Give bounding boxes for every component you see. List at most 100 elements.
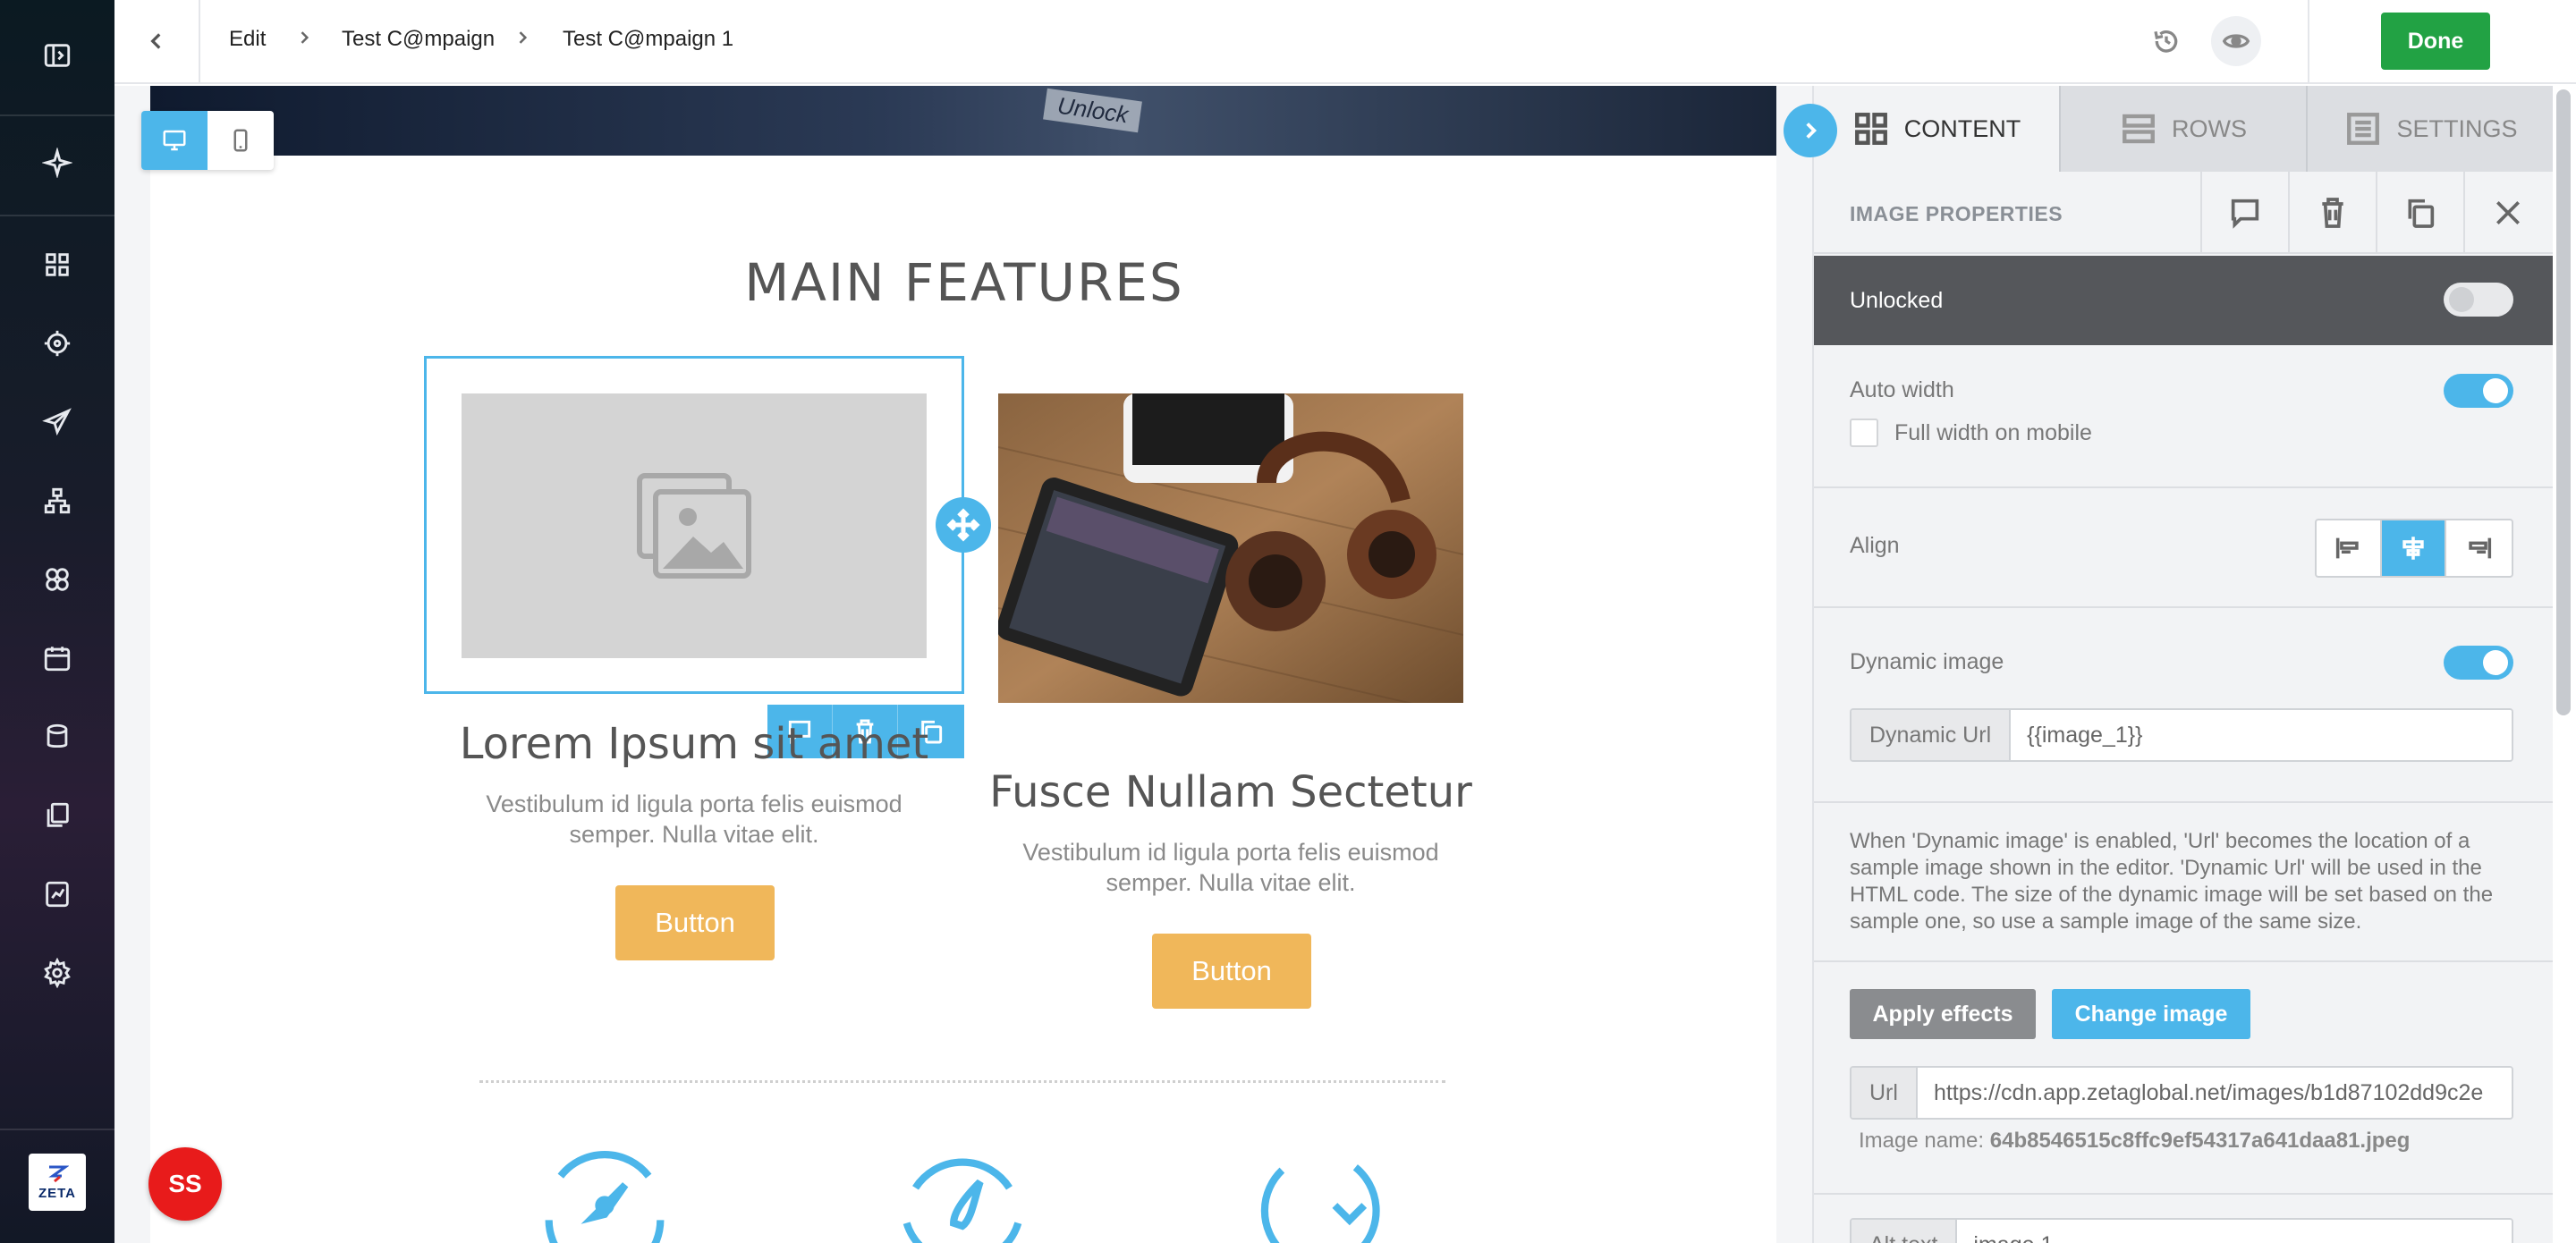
hierarchy-icon[interactable] [36, 479, 79, 522]
tab-content-label: CONTENT [1903, 114, 2021, 142]
hero-image-strip[interactable]: Unlock [150, 86, 1776, 156]
column-2-button[interactable]: Button [1152, 934, 1311, 1009]
image-name-label: Image name: [1859, 1129, 1985, 1153]
lock-bar: Unlocked [1814, 256, 2553, 345]
trash-icon [2322, 198, 2343, 228]
history-icon [2154, 30, 2178, 53]
desktop-icon [163, 130, 186, 151]
dashboard-icon[interactable] [36, 243, 79, 286]
user-avatar[interactable]: SS [148, 1147, 222, 1221]
toggle-knob [2483, 378, 2508, 403]
section-divider [1814, 606, 2553, 608]
lock-toggle[interactable] [2444, 283, 2513, 317]
calendar-icon[interactable] [36, 637, 79, 680]
apply-effects-button[interactable]: Apply effects [1850, 989, 2036, 1039]
panel-scrollbar[interactable] [2556, 89, 2571, 715]
section-divider [1814, 801, 2553, 803]
chevron-right-icon [1806, 123, 1818, 139]
column-1-title[interactable]: Lorem Ipsum sit amet [424, 719, 964, 769]
toggle-knob [2483, 650, 2508, 675]
auto-width-toggle[interactable] [2444, 374, 2513, 408]
url-prefix: Url [1852, 1068, 1918, 1118]
image-placeholder-icon [637, 473, 751, 579]
history-button[interactable] [2145, 20, 2188, 63]
sidebar-divider [0, 114, 114, 116]
sidebar-divider [0, 215, 114, 216]
dynamic-url-input[interactable] [2011, 710, 2512, 760]
zeta-logo-text: ZETA [38, 1185, 77, 1201]
column-1-text[interactable]: Vestibulum id ligula porta felis euismod… [472, 789, 916, 850]
props-close-button[interactable] [2463, 172, 2551, 254]
segments-icon[interactable] [36, 558, 79, 601]
align-right-button[interactable] [2446, 520, 2512, 576]
tab-settings[interactable]: SETTINGS [2308, 86, 2553, 172]
photo-illustration [998, 393, 1463, 703]
hero-image-text: Unlock [1043, 88, 1143, 133]
tab-settings-label: SETTINGS [2396, 114, 2518, 142]
headphones-tablet-photo[interactable] [998, 393, 1463, 703]
done-button[interactable]: Done [2381, 13, 2490, 70]
database-icon[interactable] [36, 715, 79, 758]
url-input[interactable] [1917, 1068, 2512, 1118]
properties-panel: CONTENT ROWS SETTINGS IMAGE PROPERTIES U… [1812, 86, 2553, 1243]
compass-icon [531, 1132, 678, 1243]
tab-rows-label: ROWS [2172, 114, 2247, 142]
dynamic-url-prefix: Dynamic Url [1852, 710, 2012, 760]
toggle-knob [2449, 287, 2474, 312]
copy-icon [2408, 199, 2435, 228]
breadcrumb-edit[interactable]: Edit [229, 27, 266, 52]
back-button[interactable] [114, 0, 200, 82]
breadcrumb-campaign[interactable]: Test C@mpaign [342, 27, 495, 52]
content-library-icon[interactable] [36, 794, 79, 837]
tab-content[interactable]: CONTENT [1814, 86, 2061, 172]
preview-button[interactable] [2211, 16, 2261, 66]
align-left-button[interactable] [2317, 520, 2382, 576]
target-icon[interactable] [36, 322, 79, 365]
app-sidebar: ZETA [0, 0, 114, 1243]
change-image-button[interactable]: Change image [2052, 989, 2250, 1039]
settings-list-icon [2347, 113, 2380, 145]
content-grid-icon [1854, 113, 1887, 145]
column-1-button[interactable]: Button [615, 885, 775, 960]
image-name-line: Image name: 64b8546515c8ffc9ef54317a641d… [1859, 1129, 2410, 1154]
image-placeholder[interactable] [462, 393, 927, 658]
column-2-text[interactable]: Vestibulum id ligula porta felis euismod… [1005, 837, 1456, 898]
full-width-mobile-label: Full width on mobile [1894, 420, 2092, 445]
tab-rows[interactable]: ROWS [2061, 86, 2308, 172]
url-field: Url [1850, 1066, 2513, 1120]
expand-sidebar-icon[interactable] [36, 34, 79, 77]
zeta-mark-icon [48, 1165, 69, 1182]
top-bar: Edit Test C@mpaign Test C@mpaign 1 Done [114, 0, 2576, 84]
props-duplicate-button[interactable] [2376, 172, 2463, 254]
props-comment-button[interactable] [2200, 172, 2288, 254]
send-icon[interactable] [36, 401, 79, 444]
section-divider [1814, 486, 2553, 488]
eye-icon [2222, 34, 2250, 48]
align-label: Align [1850, 533, 1900, 558]
mobile-view-button[interactable] [208, 111, 274, 170]
sparkle-icon[interactable] [36, 141, 79, 184]
props-delete-button[interactable] [2288, 172, 2376, 254]
divider-line [479, 1080, 1445, 1083]
device-toggle [141, 111, 274, 170]
move-handle[interactable] [936, 497, 991, 553]
reports-icon[interactable] [36, 873, 79, 916]
collapse-panel-button[interactable] [1784, 104, 1837, 157]
sidebar-divider [0, 1129, 114, 1130]
full-width-mobile-checkbox[interactable] [1850, 419, 1878, 447]
dynamic-image-label: Dynamic image [1850, 649, 2004, 674]
desktop-view-button[interactable] [141, 111, 208, 170]
topbar-divider [2308, 0, 2309, 82]
image-properties-title: IMAGE PROPERTIES [1850, 202, 2063, 225]
settings-gear-icon[interactable] [36, 951, 79, 994]
speed-gauge-icon [889, 1132, 1036, 1243]
alt-text-prefix: Alt text [1852, 1220, 1958, 1243]
chevron-right-icon [295, 27, 317, 54]
align-center-button[interactable] [2381, 520, 2447, 576]
column-2-title[interactable]: Fusce Nullam Sectetur [973, 767, 1488, 817]
move-arrows-icon [946, 508, 980, 542]
align-right-icon [2468, 537, 2491, 559]
alt-text-input[interactable] [1957, 1220, 2512, 1243]
dynamic-image-toggle[interactable] [2444, 646, 2513, 680]
email-canvas: Unlock MAIN FEATURES Lorem Ipsum sit ame… [114, 86, 1814, 1243]
